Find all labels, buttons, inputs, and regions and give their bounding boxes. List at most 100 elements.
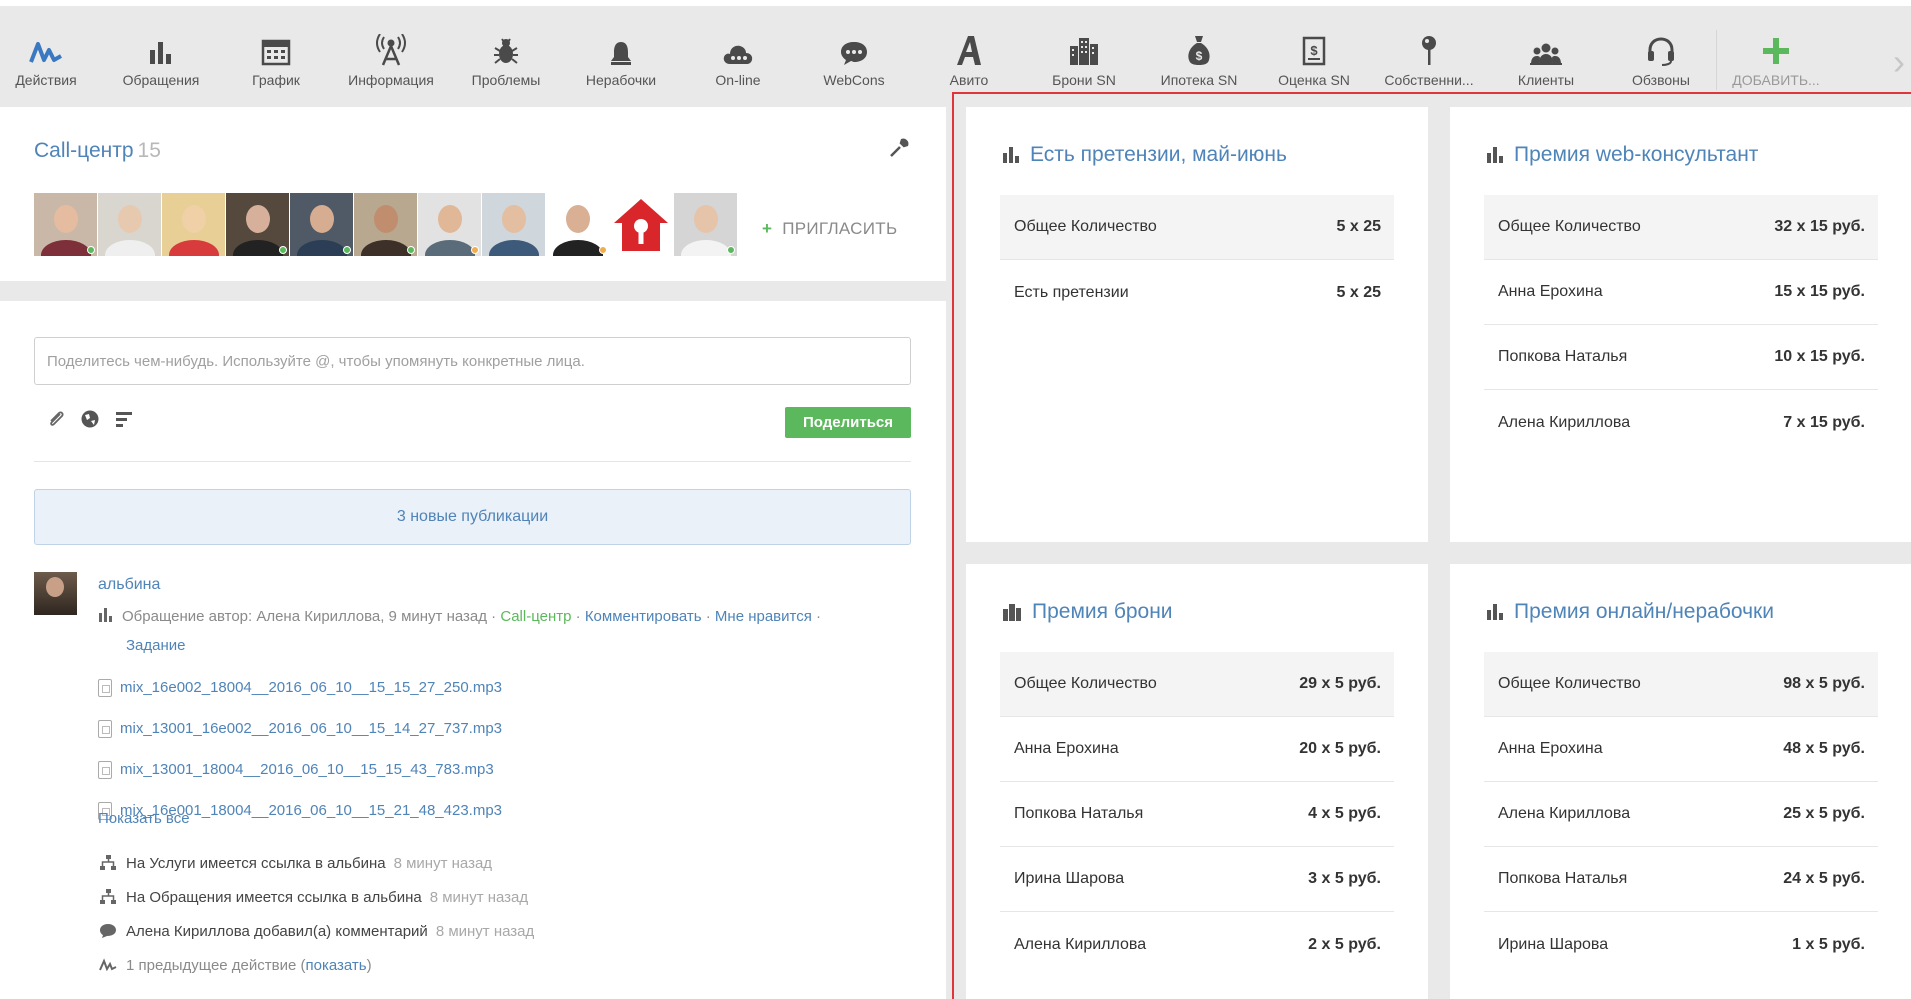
table-row: Есть претензии 5 x 25 bbox=[1000, 260, 1394, 325]
file-link[interactable]: mix_16e002_18004__2016_06_10__15_15_27_2… bbox=[98, 667, 502, 708]
widget-title[interactable]: Есть претензии, май-июнь bbox=[1002, 143, 1287, 167]
avatar[interactable] bbox=[290, 193, 353, 256]
show-all-link[interactable]: Показать все bbox=[98, 810, 190, 827]
tool-webcons[interactable]: WebCons bbox=[799, 26, 909, 88]
paperclip-icon[interactable] bbox=[46, 409, 66, 433]
tool-nerabochki[interactable]: Нерабочки bbox=[566, 26, 676, 88]
avatar[interactable] bbox=[354, 193, 417, 256]
post-meta-text: Обращение автор: Алена Кириллова, 9 мину… bbox=[122, 608, 497, 625]
tool-klienty[interactable]: Клиенты bbox=[1491, 26, 1601, 88]
activity-item: На Обращения имеется ссылка в альбина 8 м… bbox=[98, 880, 534, 914]
row-name: Попкова Наталья bbox=[1014, 805, 1144, 822]
tool-ipoteka-sn[interactable]: $ Ипотека SN bbox=[1144, 26, 1254, 88]
avatar[interactable] bbox=[34, 193, 97, 256]
hierarchy-icon bbox=[98, 855, 118, 871]
invite-button[interactable]: + ПРИГЛАСИТЬ bbox=[762, 219, 897, 239]
avatar[interactable] bbox=[98, 193, 161, 256]
share-input[interactable] bbox=[34, 337, 911, 385]
tool-sobstvenniki[interactable]: Собственни... bbox=[1374, 26, 1484, 88]
table-row: Попкова Наталья 10 x 15 руб. bbox=[1484, 325, 1878, 390]
post-meta: Обращение автор: Алена Кириллова, 9 мину… bbox=[98, 603, 908, 659]
comment-link[interactable]: Комментировать bbox=[585, 608, 702, 625]
globe-icon[interactable] bbox=[80, 409, 100, 433]
tool-label: Клиенты bbox=[1517, 72, 1575, 88]
like-link[interactable]: Мне нравится bbox=[715, 608, 812, 625]
text-format-icon[interactable] bbox=[114, 409, 134, 433]
row-name: Алена Кириллова bbox=[1498, 413, 1631, 431]
avatar-house-logo[interactable] bbox=[610, 193, 673, 256]
tool-otsenka-sn[interactable]: $ Оценка SN bbox=[1259, 26, 1369, 88]
activity-item: На Услуги имеется ссылка в альбина 8 мину… bbox=[98, 846, 534, 880]
bug-icon bbox=[451, 26, 561, 66]
activity-text: На Обращения имеется ссылка в альбина bbox=[126, 888, 422, 906]
tool-obrascheniya[interactable]: Обращения bbox=[106, 26, 216, 88]
activity-item: Алена Кириллова добавил(а) комментарий 8 … bbox=[98, 914, 534, 948]
tool-label: Оценка SN bbox=[1278, 72, 1350, 88]
widget-title-text: Премия web-консультант bbox=[1514, 143, 1759, 166]
table-row: Ирина Шарова 1 x 5 руб. bbox=[1484, 912, 1878, 977]
avatar[interactable] bbox=[482, 193, 545, 256]
team-title[interactable]: Call-центр 15 bbox=[34, 139, 161, 163]
tool-grafik[interactable]: График bbox=[221, 26, 331, 88]
widget-table: Общее Количество 29 x 5 руб. Анна Ерохина… bbox=[1000, 652, 1394, 977]
share-button[interactable]: Поделиться bbox=[785, 407, 911, 438]
tool-problemy[interactable]: Проблемы bbox=[451, 26, 561, 88]
activity-time: 8 минут назад bbox=[429, 888, 529, 906]
tool-obzvony[interactable]: Обзвоны bbox=[1606, 26, 1716, 88]
tool-label: Авито bbox=[949, 72, 989, 88]
avatar[interactable] bbox=[226, 193, 289, 256]
widget-premiya-online: Премия онлайн/нерабочки Общее Количество… bbox=[1450, 564, 1911, 999]
file-link[interactable]: mix_13001_16e002__2016_06_10__15_14_27_7… bbox=[98, 708, 502, 749]
bar-chart-icon bbox=[106, 26, 216, 66]
plus-icon: + bbox=[762, 219, 773, 238]
top-toolbar: Действия Обращения График Информация Про… bbox=[0, 0, 1911, 107]
svg-text:$: $ bbox=[1196, 49, 1203, 63]
avatar[interactable] bbox=[674, 193, 737, 256]
tool-label: График bbox=[252, 72, 300, 88]
row-name: Общее Количество bbox=[1498, 218, 1641, 235]
row-value: 5 x 25 bbox=[1336, 218, 1381, 235]
table-row: Анна Ерохина 20 x 5 руб. bbox=[1000, 717, 1394, 782]
row-value: 7 x 15 руб. bbox=[1783, 413, 1865, 431]
avatar[interactable] bbox=[418, 193, 481, 256]
widget-title-text: Есть претензии, май-июнь bbox=[1030, 143, 1287, 166]
chat-icon bbox=[799, 26, 909, 66]
avatar[interactable] bbox=[546, 193, 609, 256]
file-link[interactable]: mix_13001_18004__2016_06_10__15_15_43_78… bbox=[98, 749, 502, 790]
row-name: Ирина Шарова bbox=[1014, 870, 1125, 887]
bell-icon bbox=[566, 26, 676, 66]
row-value: 10 x 15 руб. bbox=[1774, 348, 1865, 365]
team-panel: Call-центр 15 + ПРИГЛАСИТЬ bbox=[0, 107, 946, 281]
tool-informatsiya[interactable]: Информация bbox=[336, 26, 446, 88]
tool-online[interactable]: On-line bbox=[683, 26, 793, 88]
tool-deystviya[interactable]: Действия bbox=[0, 26, 101, 88]
post-group-link[interactable]: Call-центр bbox=[500, 608, 571, 625]
widget-title[interactable]: Премия брони bbox=[1002, 600, 1173, 624]
widget-title-text: Премия онлайн/нерабочки bbox=[1514, 600, 1774, 623]
avatar[interactable] bbox=[162, 193, 225, 256]
task-link[interactable]: Задание bbox=[126, 637, 186, 654]
post-author-avatar[interactable] bbox=[34, 572, 77, 615]
hierarchy-icon bbox=[98, 889, 118, 905]
table-row-total: Общее Количество 32 x 15 руб. bbox=[1484, 195, 1878, 260]
widget-title[interactable]: Премия web-консультант bbox=[1486, 143, 1758, 167]
row-name: Попкова Наталья bbox=[1498, 870, 1628, 887]
row-value: 5 x 25 bbox=[1336, 283, 1381, 301]
show-previous-link[interactable]: показать bbox=[306, 957, 367, 974]
chevron-right-icon[interactable]: › bbox=[1893, 44, 1905, 80]
bar-chart-icon bbox=[1486, 603, 1504, 621]
tool-add-button[interactable]: ДОБАВИТЬ... bbox=[1721, 26, 1831, 88]
pin-icon bbox=[1374, 26, 1484, 66]
widget-premiya-broni: Премия брони Общее Количество 29 x 5 руб.… bbox=[966, 564, 1428, 999]
comment-icon bbox=[98, 923, 118, 939]
widget-title[interactable]: Премия онлайн/нерабочки bbox=[1486, 600, 1774, 624]
post-author[interactable]: альбина bbox=[98, 576, 160, 594]
tool-broni-sn[interactable]: Брони SN bbox=[1029, 26, 1139, 88]
row-name: Анна Ерохина bbox=[1498, 283, 1603, 300]
wrench-icon[interactable] bbox=[888, 137, 910, 163]
tool-avito[interactable]: Авито bbox=[914, 26, 1024, 88]
previous-activity: 1 предыдущее действие (показать) bbox=[98, 948, 534, 982]
new-publications-banner[interactable]: 3 новые публикации bbox=[34, 489, 911, 545]
tool-label: Информация bbox=[348, 72, 434, 88]
file-icon bbox=[98, 719, 112, 738]
